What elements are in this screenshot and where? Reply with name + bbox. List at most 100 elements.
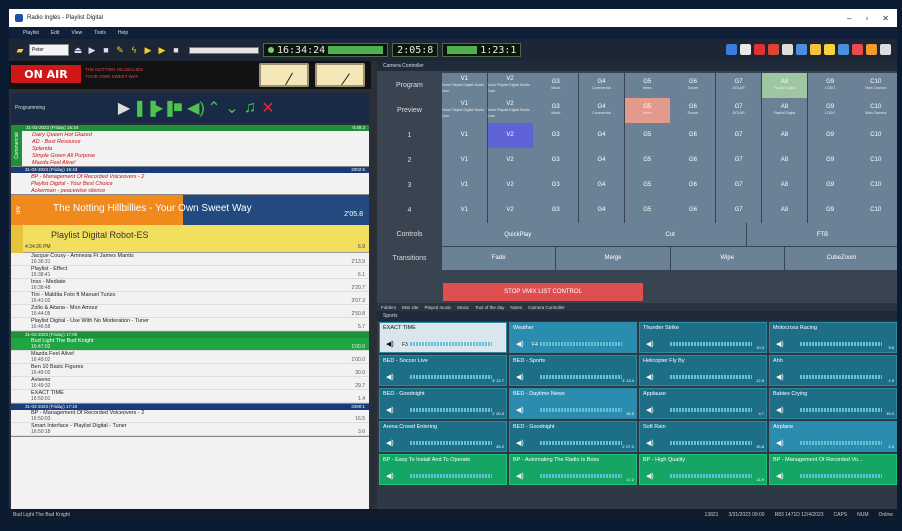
camera-program-g3-button[interactable]: G3 Music	[533, 73, 579, 98]
camera-program-a8-button[interactable]: A8 Playlist Digital	[761, 73, 807, 98]
jingle-button[interactable]: BED - Daytime News ◀) 16.5	[509, 388, 637, 419]
camera-slot-g4-button[interactable]: G4	[579, 123, 624, 148]
list-item[interactable]: Jacque Cousy - Amnesia Ft James Mantis 16…	[11, 253, 369, 266]
close-icon[interactable]: ✕	[882, 14, 889, 23]
fade-button[interactable]: Fade	[442, 246, 556, 270]
jingle-button[interactable]: BP - High Quality ◀) 14.9	[639, 454, 767, 485]
dock-tab[interactable]: Folders	[381, 305, 396, 310]
dock-tab[interactable]: Played music	[425, 305, 452, 310]
calendar-icon[interactable]	[768, 44, 779, 55]
camera-slot-g6-button[interactable]: G6	[670, 198, 716, 223]
camera-slot-a8-button[interactable]: A8	[761, 123, 807, 148]
list-item[interactable]: Ben 10 Basic Figures 16:49:02 30.0	[11, 364, 369, 377]
jingle-button[interactable]: BED - Sports ◀) 3' 13.4	[509, 355, 637, 386]
now-playing[interactable]: AIR The Notting Hillbillies - Your Own S…	[11, 195, 369, 225]
jingle-button[interactable]: Helicopter Fly By ◀) 12.5	[639, 355, 767, 386]
window-icon[interactable]	[880, 44, 891, 55]
camera-slot-v1-button[interactable]: V1	[441, 123, 487, 148]
stop-icon[interactable]: ■	[101, 45, 111, 55]
jingle-button[interactable]: BP - Management Of Recorded Vo... ◀)	[769, 454, 897, 485]
bolt-icon[interactable]	[824, 44, 835, 55]
pencil-icon[interactable]	[810, 44, 821, 55]
list-item[interactable]: BP - Management Of Recorded Voiceovers -…	[11, 173, 369, 180]
camera-icon[interactable]	[852, 44, 863, 55]
dock-tab[interactable]: Camera Controller	[528, 305, 565, 310]
camera-program-g4-button[interactable]: G4 Commercial	[579, 73, 624, 98]
jingle-button[interactable]: Babies Crying ◀) 15.0	[769, 388, 897, 419]
camera-slot-g4-button[interactable]: G4	[579, 173, 624, 198]
play-yellow-icon[interactable]: ▶	[143, 45, 153, 55]
camera-slot-g5-button[interactable]: G5	[624, 173, 670, 198]
list-item[interactable]: EXACT TIME 16:50:01 1.4	[11, 390, 369, 403]
camera-slot-g4-button[interactable]: G4	[579, 198, 624, 223]
camera-slot-g9-button[interactable]: G9	[807, 198, 853, 223]
flash-icon[interactable]: ϟ	[129, 45, 139, 55]
camera-program-v2-button[interactable]: V2 Voice Playlist Digital Studio Cam	[487, 73, 533, 98]
camera-slot-c10-button[interactable]: C10	[853, 198, 897, 223]
camera-slot-c10-button[interactable]: C10	[853, 148, 897, 173]
play-next-icon[interactable]: ▶	[157, 45, 167, 55]
camera-slot-v2-button[interactable]: V2	[487, 173, 533, 198]
delete-icon[interactable]: ✕	[259, 98, 277, 118]
list-item[interactable]: Aviseno 16:49:32 29.7	[11, 377, 369, 390]
move-up-icon[interactable]: ⌃	[205, 98, 223, 118]
camera-preview-v2-button[interactable]: V2 Voice Playlist Digital Studio Cam	[487, 98, 533, 123]
camera-slot-g7-button[interactable]: G7	[716, 123, 762, 148]
camera-slot-v2-button[interactable]: V2	[487, 198, 533, 223]
list-item[interactable]: Tini - Maldita Foto ft Manuel Turizo 16:4…	[11, 292, 369, 305]
camera-program-g6-button[interactable]: G6 Soccer	[670, 73, 716, 98]
info-icon[interactable]	[726, 44, 737, 55]
dock-tab[interactable]: Notes	[510, 305, 522, 310]
jingle-button[interactable]: Motocross Racing ◀) 5.6	[769, 322, 897, 353]
camera-preview-c10-button[interactable]: C10 Main Camera	[853, 98, 897, 123]
camera-program-v1-button[interactable]: V1 Voice Playlist Digital Studio Cam	[441, 73, 487, 98]
next-item[interactable]: Playlist Digital Robot-ES 4:34:26 PM 6.9	[11, 225, 369, 253]
camera-preview-g3-button[interactable]: G3 Music	[533, 98, 579, 123]
list-item[interactable]: Playlist - Effect 16:38:41 6.1	[11, 266, 369, 279]
jingle-button[interactable]: BED - Goodnight ◀) 2' 07.0	[509, 421, 637, 452]
document-icon[interactable]	[782, 44, 793, 55]
list-icon[interactable]	[740, 44, 751, 55]
music-icon[interactable]: ♫	[241, 99, 259, 117]
camera-slot-v2-button[interactable]: V2	[487, 148, 533, 173]
playlist[interactable]: Commercial 31-03-2023 (Friday) 16:34 0:49…	[11, 125, 369, 513]
move-down-icon[interactable]: ⌄	[223, 98, 241, 118]
list-item[interactable]: Mazda Feel Alive!	[12, 159, 369, 166]
camera-slot-g6-button[interactable]: G6	[670, 173, 716, 198]
image-icon[interactable]	[838, 44, 849, 55]
settings-icon[interactable]	[866, 44, 877, 55]
playlist-select[interactable]: Peter	[29, 44, 69, 56]
camera-preview-g6-button[interactable]: G6 Soccer	[670, 98, 716, 123]
camera-slot-g7-button[interactable]: G7	[716, 198, 762, 223]
skip-icon[interactable]: ▶❚	[151, 98, 177, 118]
camera-slot-g5-button[interactable]: G5	[624, 198, 670, 223]
monitor-icon[interactable]	[796, 44, 807, 55]
list-item[interactable]: Inxs - Mediate 16:38:48 2'20.7	[11, 279, 369, 292]
menu-edit[interactable]: Edit	[51, 30, 60, 36]
stop-icon[interactable]: ■	[169, 99, 187, 117]
camera-program-g9-button[interactable]: G9 LOGO	[807, 73, 853, 98]
volume-slider[interactable]	[189, 46, 259, 54]
wipe-button[interactable]: Wipe	[670, 246, 784, 270]
list-item[interactable]: Splenda	[12, 145, 369, 152]
menu-playlist[interactable]: Playlist	[23, 30, 39, 36]
list-item[interactable]: Bud Light The Bud Knight 16:47:02 1'00.0	[11, 338, 369, 351]
camera-slot-a8-button[interactable]: A8	[761, 148, 807, 173]
jingle-button[interactable]: Weather ◀) F4	[509, 322, 637, 353]
camera-slot-g5-button[interactable]: G5	[624, 123, 670, 148]
pause-icon[interactable]: ❚❚	[133, 98, 160, 118]
jingle-button[interactable]: Ahh ◀) 1.9	[769, 355, 897, 386]
camera-preview-v1-button[interactable]: V1 Voice Playlist Digital Studio Cam	[441, 98, 487, 123]
folder-icon[interactable]: ▰	[15, 45, 25, 55]
jingle-button[interactable]: BED - Goodnight ◀) 1' 00.0	[379, 388, 507, 419]
camera-preview-g7-button[interactable]: G7 DOLAR	[716, 98, 762, 123]
jingle-button[interactable]: Soft Rain ◀) 15.8	[639, 421, 767, 452]
camera-preview-g5-button[interactable]: G5 News	[624, 98, 670, 123]
camera-slot-v2-button[interactable]: V2	[487, 123, 533, 148]
camera-slot-g7-button[interactable]: G7	[716, 148, 762, 173]
jingle-button[interactable]: Thunder Strike ◀) 10.3	[639, 322, 767, 353]
list-item[interactable]: Playlist Digital - Use With No Moderatio…	[11, 318, 369, 331]
jingle-button[interactable]: BP - Automating The Radio Is Boss ◀) 17.2	[509, 454, 637, 485]
camera-preview-g4-button[interactable]: G4 Commercial	[579, 98, 624, 123]
ftb-button[interactable]: FTB	[746, 223, 897, 246]
